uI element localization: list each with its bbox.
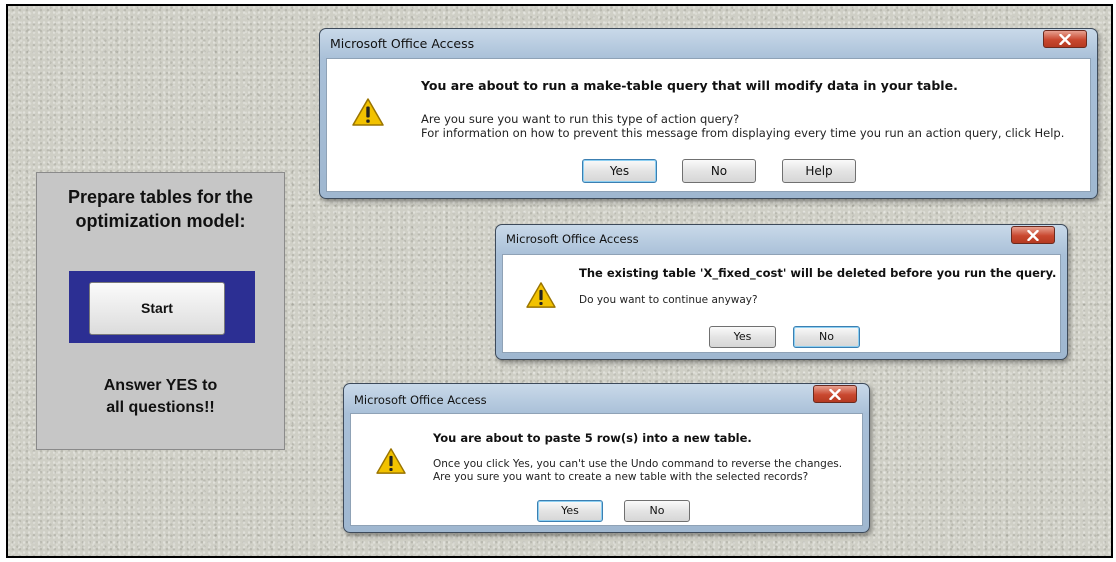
dialog-message-line: Once you click Yes, you can't use the Un… bbox=[433, 458, 843, 470]
no-button[interactable]: No bbox=[682, 159, 756, 183]
close-icon bbox=[1059, 34, 1071, 45]
close-button[interactable] bbox=[1011, 226, 1055, 244]
dialog-title: Microsoft Office Access bbox=[506, 232, 639, 246]
start-button[interactable]: Start bbox=[89, 282, 225, 335]
close-button[interactable] bbox=[813, 385, 857, 403]
dialog-message-line: For information on how to prevent this m… bbox=[421, 126, 1065, 140]
prepare-tables-panel: Prepare tables for the optimization mode… bbox=[36, 172, 285, 450]
yes-button[interactable]: Yes bbox=[709, 326, 776, 348]
warning-icon bbox=[352, 98, 384, 126]
dialog-make-table-query: Microsoft Office Access You are about to… bbox=[319, 28, 1098, 199]
dialog-paste-rows: Microsoft Office Access You are about to… bbox=[343, 383, 870, 533]
help-button[interactable]: Help bbox=[782, 159, 856, 183]
dialog-message-line: Do you want to continue anyway? bbox=[579, 294, 758, 306]
dialog-heading: The existing table 'X_fixed_cost' will b… bbox=[579, 266, 1057, 280]
dialog-message-line: Are you sure you want to create a new ta… bbox=[433, 471, 809, 483]
close-button[interactable] bbox=[1043, 30, 1087, 48]
background-canvas: Prepare tables for the optimization mode… bbox=[6, 4, 1113, 558]
dialog-content: You are about to paste 5 row(s) into a n… bbox=[350, 413, 863, 526]
dialog-title: Microsoft Office Access bbox=[330, 36, 475, 51]
dialog-titlebar[interactable]: Microsoft Office Access bbox=[496, 225, 1067, 253]
dialog-content: You are about to run a make-table query … bbox=[326, 58, 1091, 192]
close-icon bbox=[1027, 230, 1039, 241]
dialog-message-line: Are you sure you want to run this type o… bbox=[421, 112, 740, 126]
dialog-delete-existing-table: Microsoft Office Access The existing tab… bbox=[495, 224, 1068, 360]
dialog-title: Microsoft Office Access bbox=[354, 393, 487, 407]
dialog-titlebar[interactable]: Microsoft Office Access bbox=[320, 29, 1097, 57]
warning-icon bbox=[526, 282, 556, 308]
start-button-frame: Start bbox=[69, 271, 255, 343]
panel-instruction: Answer YES to all questions!! bbox=[103, 377, 218, 416]
dialog-content: The existing table 'X_fixed_cost' will b… bbox=[502, 254, 1061, 353]
dialog-heading: You are about to run a make-table query … bbox=[421, 78, 958, 93]
no-button[interactable]: No bbox=[624, 500, 690, 522]
dialog-heading: You are about to paste 5 row(s) into a n… bbox=[433, 431, 752, 445]
yes-button[interactable]: Yes bbox=[537, 500, 603, 522]
yes-button[interactable]: Yes bbox=[582, 159, 657, 183]
dialog-titlebar[interactable]: Microsoft Office Access bbox=[344, 384, 869, 412]
no-button[interactable]: No bbox=[793, 326, 860, 348]
close-icon bbox=[829, 389, 841, 400]
warning-icon bbox=[376, 448, 406, 474]
panel-title: Prepare tables for the optimization mode… bbox=[67, 187, 254, 231]
